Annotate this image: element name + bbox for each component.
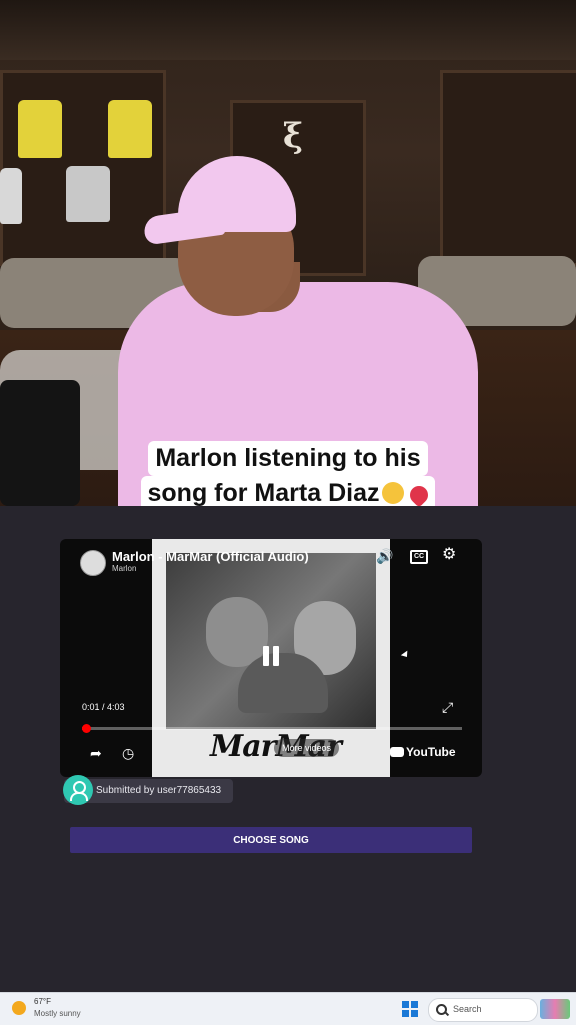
windows-start-icon[interactable]	[402, 1001, 418, 1017]
clock-icon[interactable]: ◷	[122, 745, 134, 761]
youtube-play-icon	[390, 747, 404, 757]
framed-jersey	[66, 166, 110, 222]
ceiling	[0, 0, 576, 60]
framed-jersey	[18, 100, 62, 158]
framed-jersey	[0, 168, 22, 224]
search-highlight-image[interactable]	[540, 999, 570, 1019]
progress-bar[interactable]	[81, 724, 462, 733]
weather-sun-icon[interactable]	[12, 1001, 26, 1015]
volume-icon[interactable]: 🔊	[376, 548, 393, 564]
user-icon	[63, 775, 93, 805]
scrubber-handle[interactable]	[81, 724, 91, 733]
search-icon	[436, 1004, 447, 1015]
submitted-by-badge: Submitted by user77865433	[63, 775, 234, 805]
wall-logo: ξ	[282, 116, 304, 156]
cover-photo	[166, 553, 376, 729]
windows-taskbar: 67°F Mostly sunny Search	[0, 992, 576, 1025]
youtube-logo[interactable]: YouTube	[390, 745, 456, 759]
caption-text: song for Marta Diaz	[147, 479, 380, 506]
video-title[interactable]: Marlon - MarMar (Official Audio)	[112, 549, 309, 564]
submitted-by-text: Submitted by user77865433	[96, 785, 222, 796]
mouse-cursor	[400, 650, 411, 660]
fullscreen-icon[interactable]: ⤢	[442, 699, 453, 715]
closed-captions-icon[interactable]: CC	[410, 550, 428, 564]
weather-condition[interactable]: Mostly sunny	[34, 1009, 81, 1018]
jersey-cabinet-right	[440, 70, 576, 266]
more-videos-button[interactable]: More videos	[274, 739, 340, 757]
youtube-logo-text: YouTube	[406, 745, 456, 759]
choose-song-button[interactable]: CHOOSE SONG	[70, 827, 472, 853]
webcam-video: ξ Marlon listening to his song for Marta…	[0, 0, 576, 506]
mending-heart-emoji-icon	[406, 482, 433, 506]
time-display: 0:01 / 4:03	[82, 702, 125, 712]
channel-avatar[interactable]	[80, 550, 106, 576]
weather-temperature[interactable]: 67°F	[34, 997, 51, 1006]
pause-icon[interactable]	[259, 646, 281, 670]
search-placeholder: Search	[453, 1004, 482, 1014]
gear-icon[interactable]: ⚙	[442, 547, 456, 563]
youtube-embed-player[interactable]: MarMar Marlon - MarMar (Official Audio) …	[60, 539, 482, 777]
caption-text: Marlon listening to his	[148, 441, 428, 476]
share-icon[interactable]: ➦	[90, 745, 102, 761]
taskbar-search[interactable]: Search	[428, 998, 538, 1022]
channel-name[interactable]: Marlon	[112, 564, 136, 573]
caption-line-2: song for Marta Diaz	[0, 476, 576, 506]
framed-jersey	[108, 100, 152, 158]
caption-line-1: Marlon listening to his	[0, 441, 576, 476]
crying-emoji-icon	[382, 482, 405, 504]
